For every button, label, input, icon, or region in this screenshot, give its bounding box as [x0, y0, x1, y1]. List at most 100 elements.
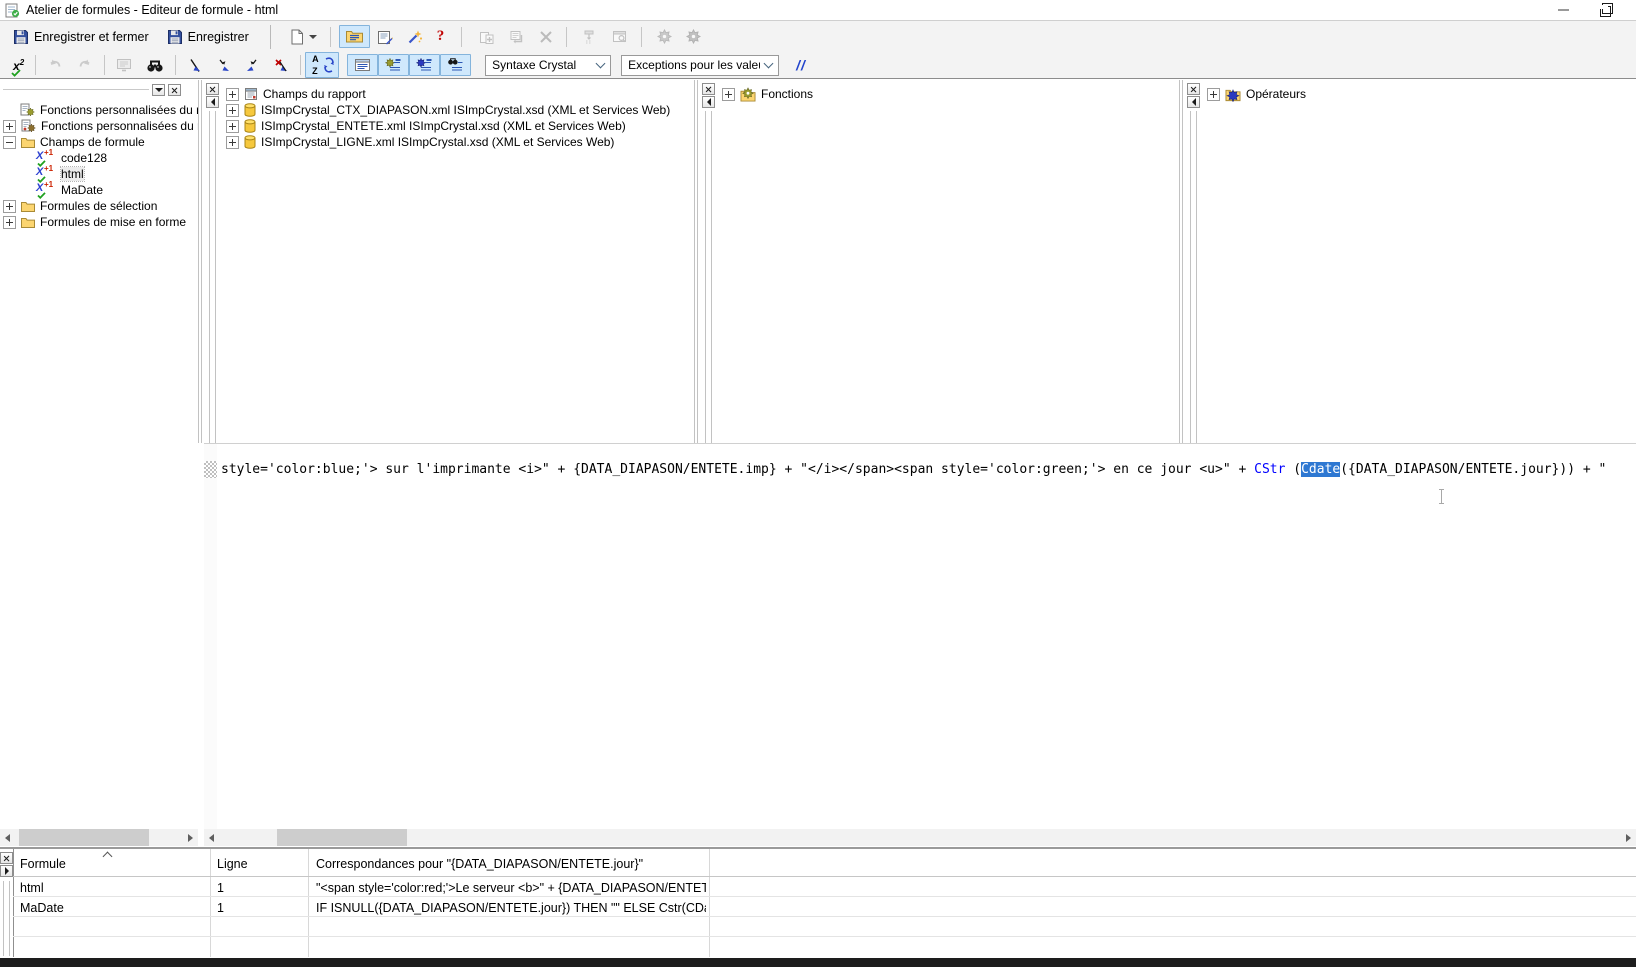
- new-formula-button[interactable]: [283, 25, 324, 49]
- result-row-formula[interactable]: html: [20, 881, 44, 895]
- expand-icon[interactable]: [226, 120, 239, 133]
- expand-node-button-disabled[interactable]: [575, 25, 605, 49]
- scrollbar-thumb[interactable]: [19, 829, 149, 846]
- scroll-left-button[interactable]: [204, 829, 219, 846]
- column-header-line[interactable]: Ligne: [217, 857, 248, 871]
- close-panel-button[interactable]: [702, 83, 715, 95]
- toggle-fields-tree-button[interactable]: [347, 54, 378, 76]
- next-bookmark-button[interactable]: [209, 54, 238, 77]
- browse-data-button-disabled[interactable]: [109, 54, 139, 76]
- tree-item-formula-code128[interactable]: X+1 code128: [0, 150, 198, 166]
- use-expert-button-disabled[interactable]: [650, 25, 679, 48]
- expand-icon[interactable]: [226, 136, 239, 149]
- scrollbar-track[interactable]: [15, 829, 183, 846]
- close-panel-button[interactable]: [168, 84, 181, 96]
- help-button[interactable]: ?: [430, 24, 452, 49]
- tree-item-formula-html-selected[interactable]: X+1 html: [0, 166, 198, 182]
- panel-grip[interactable]: [3, 881, 10, 956]
- column-divider[interactable]: [709, 849, 710, 957]
- tree-item-datasource-ligne[interactable]: ISImpCrystal_LIGNE.xml ISImpCrystal.xsd …: [220, 134, 694, 150]
- result-row-line[interactable]: 1: [217, 881, 224, 895]
- check-syntax-button[interactable]: x2: [6, 54, 31, 77]
- result-row-formula[interactable]: MaDate: [20, 901, 64, 915]
- tree-item-formatting-formulas[interactable]: Formules de mise en forme: [0, 214, 198, 230]
- collapse-panel-button[interactable]: [702, 96, 715, 108]
- show-formatting-formulas-button-disabled[interactable]: [605, 25, 635, 49]
- tree-item-formula-fields[interactable]: Champs de formule: [0, 134, 198, 150]
- collapse-panel-button[interactable]: [1187, 96, 1200, 108]
- panel-grip-line[interactable]: [3, 89, 149, 93]
- panel-grip[interactable]: [1190, 111, 1197, 443]
- toggle-bookmark-button[interactable]: [180, 54, 209, 77]
- expand-icon[interactable]: [722, 88, 735, 101]
- tree-item-custom-functions-repository[interactable]: Fonctions personnalisées du réfé: [0, 118, 198, 134]
- tree-item-datasource-ctx-diapason[interactable]: ISImpCrystal_CTX_DIAPASON.xml ISImpCryst…: [220, 102, 694, 118]
- close-panel-button[interactable]: [206, 83, 219, 95]
- scrollbar-thumb[interactable]: [277, 829, 407, 846]
- expand-icon[interactable]: [3, 216, 16, 229]
- panel-grip[interactable]: [209, 111, 216, 443]
- toggle-workshop-tree-button[interactable]: [339, 25, 370, 48]
- expand-icon[interactable]: [226, 104, 239, 117]
- expand-icon[interactable]: [3, 200, 16, 213]
- tree-item-operators-root[interactable]: Opérateurs: [1201, 86, 1636, 102]
- toggle-functions-tree-button[interactable]: [378, 54, 409, 76]
- expand-icon[interactable]: [1207, 88, 1220, 101]
- panel-splitter[interactable]: [1179, 80, 1183, 443]
- undo-button-disabled[interactable]: [40, 54, 70, 76]
- previous-bookmark-button[interactable]: [238, 54, 267, 77]
- column-divider[interactable]: [210, 849, 211, 957]
- editor-hscrollbar[interactable]: [204, 829, 1636, 846]
- tree-item-datasource-entete[interactable]: ISImpCrystal_ENTETE.xml ISImpCrystal.xsd…: [220, 118, 694, 134]
- panel-splitter[interactable]: [694, 80, 698, 443]
- scrollbar-track[interactable]: [219, 829, 1621, 846]
- tree-item-selection-formulas[interactable]: Formules de sélection: [0, 198, 198, 214]
- redo-button-disabled[interactable]: [70, 54, 100, 76]
- tree-item-functions-root[interactable]: Fonctions: [716, 86, 1179, 102]
- null-values-combobox[interactable]: Exceptions pour les valeurs n: [621, 55, 779, 76]
- result-row-line[interactable]: 1: [217, 901, 224, 915]
- clear-bookmarks-button[interactable]: [267, 54, 296, 77]
- toggle-operators-tree-button[interactable]: [409, 54, 440, 76]
- scroll-right-button[interactable]: [1621, 829, 1636, 846]
- panel-menu-button[interactable]: [152, 84, 165, 96]
- toggle-find-results-button[interactable]: [440, 54, 471, 76]
- new-formula-dropdown-icon[interactable]: [309, 35, 317, 43]
- syntax-combobox[interactable]: Syntaxe Crystal: [485, 55, 611, 76]
- use-editor-button-disabled[interactable]: [679, 25, 708, 48]
- formula-expert-wand-button[interactable]: [400, 25, 430, 49]
- expand-icon[interactable]: [226, 88, 239, 101]
- save-button[interactable]: Enregistrer: [160, 25, 256, 49]
- find-button[interactable]: [139, 54, 171, 77]
- comment-selection-button[interactable]: //: [789, 53, 813, 77]
- formula-code-line[interactable]: style='color:blue;'> sur l'imprimante <i…: [221, 462, 1606, 477]
- column-header-formula[interactable]: Formule: [20, 857, 66, 871]
- tree-item-report-fields-root[interactable]: Champs du rapport: [220, 86, 694, 102]
- collapse-panel-button[interactable]: [206, 96, 219, 108]
- restore-button[interactable]: [1590, 3, 1620, 17]
- tree-item-custom-functions-report[interactable]: Fonctions personnalisées du rap: [0, 102, 198, 118]
- collapse-icon[interactable]: [3, 136, 16, 149]
- workshop-tree-hscrollbar[interactable]: [0, 829, 198, 846]
- panel-grip[interactable]: [705, 111, 712, 443]
- column-header-matches[interactable]: Correspondances pour "{DATA_DIAPASON/ENT…: [316, 857, 643, 871]
- duplicate-formula-button-disabled[interactable]: [502, 25, 532, 49]
- close-panel-button[interactable]: [1187, 83, 1200, 95]
- result-row-match[interactable]: "<span style='color:red;'>Le serveur <b>…: [316, 881, 706, 895]
- delete-button-disabled[interactable]: [532, 26, 560, 48]
- close-panel-button[interactable]: [0, 852, 13, 864]
- scroll-right-button[interactable]: [183, 829, 198, 846]
- formula-editor[interactable]: style='color:blue;'> sur l'imprimante <i…: [204, 443, 1636, 830]
- column-divider[interactable]: [308, 849, 309, 957]
- minimize-button[interactable]: [1548, 3, 1578, 17]
- expand-icon[interactable]: [3, 120, 16, 133]
- result-row-match[interactable]: IF ISNULL({DATA_DIAPASON/ENTETE.jour}) T…: [316, 901, 706, 915]
- new-custom-function-button-disabled[interactable]: [472, 25, 502, 49]
- panel-splitter[interactable]: [198, 80, 202, 443]
- expand-panel-button[interactable]: [0, 865, 13, 877]
- save-and-close-button[interactable]: Enregistrer et fermer: [6, 25, 156, 49]
- sort-trees-button[interactable]: A Z: [305, 52, 339, 78]
- report-properties-button[interactable]: [370, 25, 400, 49]
- scroll-left-button[interactable]: [0, 829, 15, 846]
- tree-item-formula-madate[interactable]: X+1 MaDate: [0, 182, 198, 198]
